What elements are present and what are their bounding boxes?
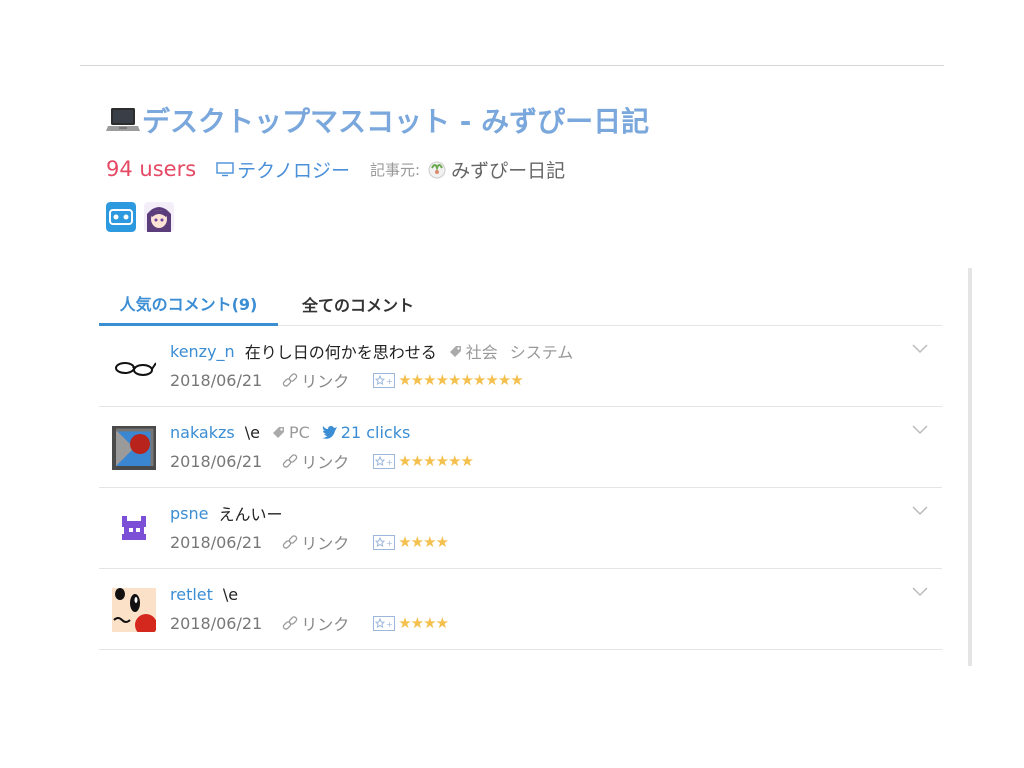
star-rating[interactable]: ★★★★★★: [398, 452, 474, 470]
comment-date[interactable]: 2018/06/21: [170, 452, 262, 471]
comment-list: kenzy_n 在りし日の何かを思わせる 社会 システム 2018/06/21 …: [99, 326, 942, 666]
comment-permalink[interactable]: リンク: [282, 611, 349, 635]
chevron-down-icon[interactable]: [912, 587, 928, 597]
comment-tag[interactable]: 社会: [449, 339, 498, 363]
category-label[interactable]: テクノロジー: [237, 156, 350, 183]
comment-date[interactable]: 2018/06/21: [170, 533, 262, 552]
entry-title-text[interactable]: デスクトップマスコット - みずぴー日記: [142, 100, 649, 140]
tag-icon: [272, 426, 284, 438]
permalink-label: リンク: [301, 615, 350, 634]
tab-popular-comments[interactable]: 人気のコメント(9): [99, 282, 278, 326]
twitter-clicks[interactable]: 21 clicks: [321, 422, 411, 442]
site-favicon-icon: [428, 161, 446, 179]
source-prefix: 記事元:: [370, 160, 421, 179]
monitor-icon: [216, 162, 234, 177]
star-rating[interactable]: ★★★★★★★★★★: [398, 371, 523, 389]
users-count[interactable]: 94 users: [106, 157, 196, 181]
add-star-icon[interactable]: +: [373, 615, 396, 631]
comment-item: nakakzs \e PC 21 clicks 2018/06/21 リンク +…: [99, 407, 942, 488]
add-star-icon[interactable]: +: [373, 453, 396, 469]
comment-date[interactable]: 2018/06/21: [170, 614, 262, 633]
comment-tag[interactable]: システム: [510, 339, 574, 363]
category-link[interactable]: テクノロジー: [216, 156, 350, 183]
permalink-label: リンク: [301, 453, 350, 472]
scrollbar[interactable]: [968, 268, 972, 666]
svg-text:+: +: [386, 458, 393, 467]
laptop-icon: [106, 108, 140, 131]
chain-link-icon: [283, 535, 298, 549]
comment-username[interactable]: retlet: [170, 585, 213, 604]
svg-text:+: +: [386, 377, 393, 386]
chevron-down-icon[interactable]: [912, 506, 928, 516]
badges: [106, 202, 174, 232]
star-rating[interactable]: ★★★★: [398, 614, 449, 632]
avatar[interactable]: [112, 507, 156, 551]
star-rating[interactable]: ★★★★: [398, 533, 449, 551]
comment-permalink[interactable]: リンク: [282, 368, 349, 392]
chevron-down-icon[interactable]: [912, 344, 928, 354]
source-link[interactable]: みずぴー日記: [426, 156, 565, 183]
tag-icon: [449, 345, 461, 357]
comment-item: kenzy_n 在りし日の何かを思わせる 社会 システム 2018/06/21 …: [99, 326, 942, 407]
comment-tabs: 人気のコメント(9) 全てのコメント: [99, 282, 942, 326]
pixel-creature-avatar-icon: [112, 507, 156, 551]
bookmark-app-badge-icon[interactable]: [106, 202, 136, 232]
twitter-clicks-label: 21 clicks: [340, 422, 411, 442]
comment-tag-label: PC: [288, 422, 310, 442]
chevron-down-icon[interactable]: [912, 425, 928, 435]
add-star-icon[interactable]: +: [373, 372, 396, 388]
comment-text: 在りし日の何かを思わせる: [244, 343, 437, 362]
comment-date[interactable]: 2018/06/21: [170, 371, 262, 390]
glasses-avatar-icon: [112, 345, 156, 389]
cartoon-face-avatar-icon: [112, 588, 156, 632]
comment-tag[interactable]: PC: [272, 423, 310, 442]
comment-text: えんいー: [218, 505, 283, 524]
comment-text: \e: [222, 584, 239, 604]
comment-tag-label: 社会: [465, 343, 498, 362]
top-divider: [80, 65, 944, 66]
chain-link-icon: [283, 373, 298, 387]
anime-character-badge-icon[interactable]: [144, 202, 174, 232]
source-name[interactable]: みずぴー日記: [451, 156, 565, 183]
comment-username[interactable]: kenzy_n: [170, 342, 235, 361]
entry-title[interactable]: デスクトップマスコット - みずぴー日記: [106, 100, 649, 140]
add-star-icon[interactable]: +: [373, 534, 396, 550]
permalink-label: リンク: [301, 372, 350, 391]
chain-link-icon: [283, 454, 298, 468]
svg-text:+: +: [386, 620, 393, 629]
avatar[interactable]: [112, 588, 156, 632]
comment-username[interactable]: psne: [170, 504, 208, 523]
entry-meta: 94 users テクノロジー 記事元: みずぴー日記: [106, 154, 565, 184]
tab-all-comments[interactable]: 全てのコメント: [278, 282, 438, 326]
comment-username[interactable]: nakakzs: [170, 423, 235, 442]
comment-item: retlet \e 2018/06/21 リンク + ★★★★: [99, 569, 942, 650]
avatar[interactable]: [112, 345, 156, 389]
comment-permalink[interactable]: リンク: [282, 530, 349, 554]
twitter-bird-icon: [321, 426, 337, 439]
avatar[interactable]: [112, 426, 156, 470]
chain-link-icon: [283, 616, 298, 630]
svg-text:+: +: [386, 539, 393, 548]
comment-item: psne えんいー 2018/06/21 リンク + ★★★★: [99, 488, 942, 569]
comment-text: \e: [244, 422, 260, 442]
comment-permalink[interactable]: リンク: [282, 449, 349, 473]
robot-avatar-icon: [112, 426, 156, 470]
permalink-label: リンク: [301, 534, 350, 553]
